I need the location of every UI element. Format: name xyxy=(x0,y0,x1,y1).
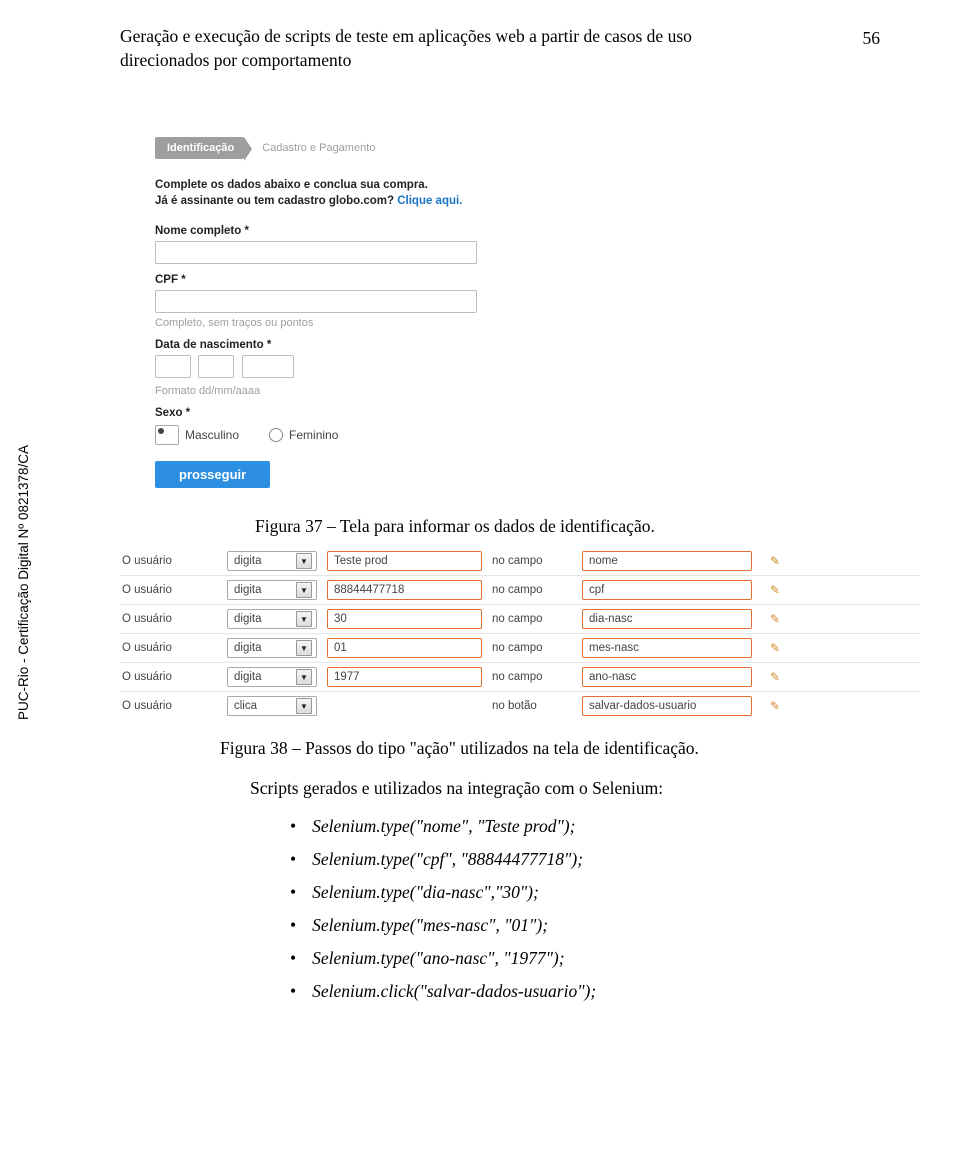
dob-month-field[interactable] xyxy=(198,355,234,378)
label-cpf: CPF * xyxy=(155,274,880,286)
embedded-form-screenshot: Identificação Cadastro e Pagamento Compl… xyxy=(155,137,880,488)
radio-label-m: Masculino xyxy=(185,428,239,442)
nome-field[interactable] xyxy=(155,241,477,264)
list-item: Selenium.click("salvar-dados-usuario"); xyxy=(290,978,880,1005)
step-field-input[interactable]: mes-nasc xyxy=(582,638,752,658)
step-field-input[interactable]: dia-nasc xyxy=(582,609,752,629)
chevron-down-icon: ▼ xyxy=(296,669,312,685)
lead-bold-1: Complete os dados abaixo e conclua sua c… xyxy=(155,179,428,191)
step-actor: O usuário xyxy=(122,642,217,654)
pencil-icon[interactable]: ✎ xyxy=(762,641,780,655)
pencil-icon[interactable]: ✎ xyxy=(762,612,780,626)
radio-masculino[interactable]: Masculino xyxy=(155,425,239,445)
list-item: Selenium.type("dia-nasc","30"); xyxy=(290,879,880,906)
dob-year-field[interactable] xyxy=(242,355,294,378)
step-verb-label: digita xyxy=(234,555,262,567)
step-verb-select[interactable]: digita ▼ xyxy=(227,551,317,571)
step-preposition: no botão xyxy=(492,700,572,712)
step-field-input[interactable]: nome xyxy=(582,551,752,571)
breadcrumb-step-cadastro: Cadastro e Pagamento xyxy=(244,137,385,159)
cpf-hint: Completo, sem traços ou pontos xyxy=(155,317,880,329)
breadcrumb-step-identificacao: Identificação xyxy=(155,137,244,159)
step-value-input[interactable]: 01 xyxy=(327,638,482,658)
step-field-input[interactable]: ano-nasc xyxy=(582,667,752,687)
pencil-icon[interactable]: ✎ xyxy=(762,699,780,713)
figure-38-caption: Figura 38 – Passos do tipo "ação" utiliz… xyxy=(220,738,880,759)
step-verb-label: digita xyxy=(234,584,262,596)
step-preposition: no campo xyxy=(492,671,572,683)
step-actor: O usuário xyxy=(122,555,217,567)
dob-day-field[interactable] xyxy=(155,355,191,378)
step-row: O usuário digita ▼ 01 no campo mes-nasc ✎ xyxy=(120,634,920,663)
pencil-icon[interactable]: ✎ xyxy=(762,554,780,568)
cpf-field[interactable] xyxy=(155,290,477,313)
step-verb-select[interactable]: digita ▼ xyxy=(227,609,317,629)
list-item: Selenium.type("mes-nasc", "01"); xyxy=(290,912,880,939)
action-steps-table: O usuáriodigita▼Teste prodno camponome✎O… xyxy=(120,547,920,720)
body-text: Scripts gerados e utilizados na integraç… xyxy=(250,775,880,1005)
dob-hint: Formato dd/mm/aaaa xyxy=(155,385,880,397)
step-verb-label: digita xyxy=(234,642,262,654)
step-field-input[interactable]: cpf xyxy=(582,580,752,600)
step-actor: O usuário xyxy=(122,584,217,596)
chevron-down-icon: ▼ xyxy=(296,611,312,627)
step-verb-label: digita xyxy=(234,613,262,625)
radio-label-f: Feminino xyxy=(289,428,338,442)
label-nome: Nome completo * xyxy=(155,225,880,237)
running-head: Geração e execução de scripts de teste e… xyxy=(120,25,880,72)
breadcrumb: Identificação Cadastro e Pagamento xyxy=(155,137,880,159)
lead-bold-2: Já é assinante ou tem cadastro globo.com… xyxy=(155,195,394,207)
pencil-icon[interactable]: ✎ xyxy=(762,583,780,597)
page-number: 56 xyxy=(863,27,881,51)
list-item: Selenium.type("ano-nasc", "1977"); xyxy=(290,945,880,972)
body-intro: Scripts gerados e utilizados na integraç… xyxy=(250,775,880,802)
step-actor: O usuário xyxy=(122,613,217,625)
radio-dot-icon xyxy=(155,425,179,445)
step-value-input[interactable]: 88844477718 xyxy=(327,580,482,600)
prosseguir-button[interactable]: prosseguir xyxy=(155,461,270,488)
label-dob: Data de nascimento * xyxy=(155,339,880,351)
radio-dot-icon xyxy=(269,428,283,442)
chevron-down-icon: ▼ xyxy=(296,582,312,598)
step-field-input[interactable]: salvar-dados-usuario xyxy=(582,696,752,716)
step-actor: O usuário xyxy=(122,671,217,683)
step-value-input[interactable]: 30 xyxy=(327,609,482,629)
step-verb-select[interactable]: digita ▼ xyxy=(227,667,317,687)
list-item: Selenium.type("cpf", "88844477718"); xyxy=(290,846,880,873)
step-verb-label: digita xyxy=(234,671,262,683)
step-row: O usuário digita ▼ 30 no campo dia-nasc ✎ xyxy=(120,605,920,634)
radio-feminino[interactable]: Feminino xyxy=(269,428,338,442)
step-verb-select[interactable]: digita ▼ xyxy=(227,638,317,658)
sidebar-certification-label: PUC-Rio - Certificação Digital Nº 082137… xyxy=(16,706,316,720)
step-preposition: no campo xyxy=(492,584,572,596)
form-lead-text: Complete os dados abaixo e conclua sua c… xyxy=(155,177,880,209)
step-row: O usuário digita ▼ 1977 no campo ano-nasc ✎ xyxy=(120,663,920,692)
step-preposition: no campo xyxy=(492,555,572,567)
step-verb-select[interactable]: digita ▼ xyxy=(227,580,317,600)
step-row: O usuário digita ▼ 88844477718 no campo cpf ✎ xyxy=(120,576,920,605)
step-row: O usuário digita ▼ Teste prod no campo nome ✎ xyxy=(120,547,920,576)
step-value-input[interactable]: 1977 xyxy=(327,667,482,687)
running-title-line1: Geração e execução de scripts de teste e… xyxy=(120,26,692,46)
figure-37-caption: Figura 37 – Tela para informar os dados … xyxy=(255,516,880,537)
step-preposition: no campo xyxy=(492,642,572,654)
chevron-down-icon: ▼ xyxy=(296,553,312,569)
pencil-icon[interactable]: ✎ xyxy=(762,670,780,684)
running-title-line2: direcionados por comportamento xyxy=(120,49,351,73)
step-value-input[interactable]: Teste prod xyxy=(327,551,482,571)
step-preposition: no campo xyxy=(492,613,572,625)
lead-link[interactable]: Clique aqui. xyxy=(397,195,462,207)
selenium-code-list: Selenium.type("nome", "Teste prod"); Sele… xyxy=(290,813,880,1006)
chevron-down-icon: ▼ xyxy=(296,640,312,656)
list-item: Selenium.type("nome", "Teste prod"); xyxy=(290,813,880,840)
label-sexo: Sexo * xyxy=(155,407,880,419)
